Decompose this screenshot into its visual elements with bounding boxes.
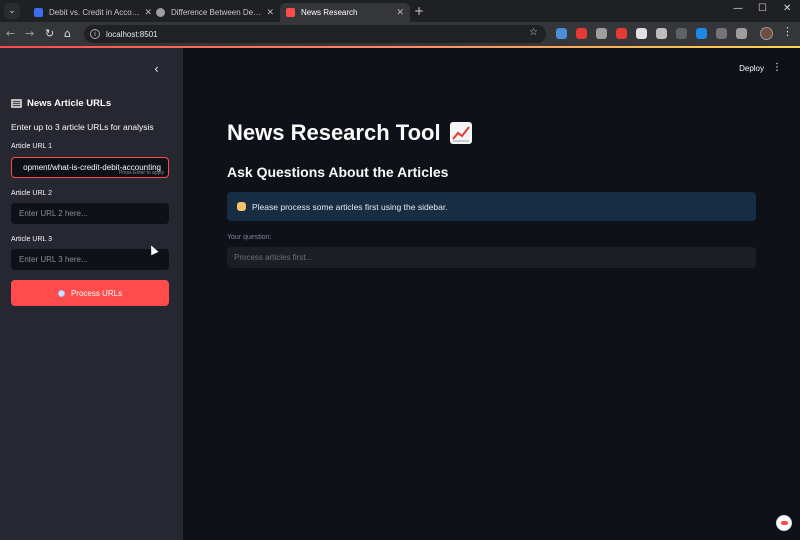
url2-label: Article URL 2 [11, 190, 52, 197]
url1-label: Article URL 1 [11, 143, 52, 150]
tab-search-button[interactable]: ⌄ [4, 3, 20, 19]
tab-title: News Research [301, 8, 358, 17]
app-menu-icon[interactable]: ⋮ [772, 62, 782, 73]
process-urls-label: Process URLs [70, 288, 123, 298]
new-tab-button[interactable]: + [414, 4, 424, 18]
extension-icon[interactable] [656, 28, 667, 39]
site-info-icon[interactable]: i [90, 29, 100, 39]
streamlit-badge-icon[interactable] [776, 515, 792, 531]
sidebar: ‹ News Article URLs Enter up to 3 articl… [0, 48, 183, 540]
main-content: Deploy ⋮ News Research Tool Ask Question… [183, 48, 800, 540]
page-title: News Research Tool [227, 120, 472, 146]
info-alert: Please process some articles first using… [227, 192, 756, 221]
collapse-sidebar-icon[interactable]: ‹ [154, 62, 159, 76]
profile-avatar[interactable] [760, 27, 773, 40]
pointing-hand-icon [237, 202, 246, 211]
sidebar-title: News Article URLs [11, 98, 111, 109]
question-label: Your question: [227, 234, 272, 241]
extension-icon[interactable] [716, 28, 727, 39]
browser-tab-news-research[interactable]: News Research ✕ [280, 3, 410, 22]
extension-icon[interactable] [696, 28, 707, 39]
extension-icon[interactable] [676, 28, 687, 39]
address-url[interactable]: localhost:8501 [106, 30, 158, 39]
sidebar-description: Enter up to 3 article URLs for analysis [11, 122, 154, 132]
tab-favicon [286, 8, 295, 17]
info-alert-text: Please process some articles first using… [252, 201, 448, 212]
browser-menu-icon[interactable]: ⋮ [782, 25, 793, 38]
tab-title: Difference Between Debit and [171, 8, 262, 17]
browser-tab-debit-credit[interactable]: Debit vs. Credit in Accounting: ✕ [28, 3, 158, 22]
tab-favicon [156, 8, 165, 17]
url3-placeholder: Enter URL 3 here... [19, 255, 88, 264]
back-icon[interactable]: ← [6, 27, 15, 40]
extension-icon[interactable] [736, 28, 747, 39]
url1-input[interactable]: opment/what-is-credit-debit-accounting P… [11, 157, 169, 178]
tab-favicon [34, 8, 43, 17]
reload-icon[interactable]: ↻ [45, 27, 54, 40]
browser-tabbar: ⌄ Debit vs. Credit in Accounting: ✕ Diff… [0, 0, 800, 22]
forward-icon[interactable]: → [25, 27, 34, 40]
extension-icon[interactable] [576, 28, 587, 39]
tab-close-icon[interactable]: ✕ [266, 8, 274, 18]
url3-input[interactable]: Enter URL 3 here... [11, 249, 169, 270]
deploy-button[interactable]: Deploy [739, 64, 764, 73]
extension-icon[interactable] [636, 28, 647, 39]
minimize-icon[interactable]: — [733, 3, 743, 14]
magnifier-icon [57, 289, 65, 297]
newspaper-icon [11, 99, 22, 108]
extension-icon[interactable] [596, 28, 607, 39]
address-bar[interactable]: i localhost:8501 ☆ [84, 25, 546, 43]
url2-placeholder: Enter URL 2 here... [19, 209, 88, 218]
maximize-icon[interactable]: ☐ [758, 3, 767, 14]
process-urls-button[interactable]: Process URLs [11, 280, 169, 306]
home-icon[interactable]: ⌂ [64, 27, 71, 40]
browser-tab-difference[interactable]: Difference Between Debit and ✕ [150, 3, 280, 22]
question-placeholder: Process articles first... [234, 253, 313, 262]
tab-title: Debit vs. Credit in Accounting: [49, 8, 141, 17]
sidebar-title-text: News Article URLs [27, 98, 112, 109]
url2-input[interactable]: Enter URL 2 here... [11, 203, 169, 224]
tab-close-icon[interactable]: ✕ [396, 8, 404, 18]
bookmark-star-icon[interactable]: ☆ [529, 27, 538, 38]
chart-increasing-icon [449, 122, 472, 144]
url3-label: Article URL 3 [11, 236, 52, 243]
extension-icon[interactable] [616, 28, 627, 39]
question-input[interactable]: Process articles first... [227, 247, 756, 268]
section-subheading: Ask Questions About the Articles [227, 164, 449, 180]
extension-icon[interactable] [556, 28, 567, 39]
press-enter-hint: Press Enter to apply [118, 170, 164, 176]
window-close-icon[interactable]: ✕ [783, 3, 791, 14]
page-title-text: News Research Tool [227, 120, 441, 145]
